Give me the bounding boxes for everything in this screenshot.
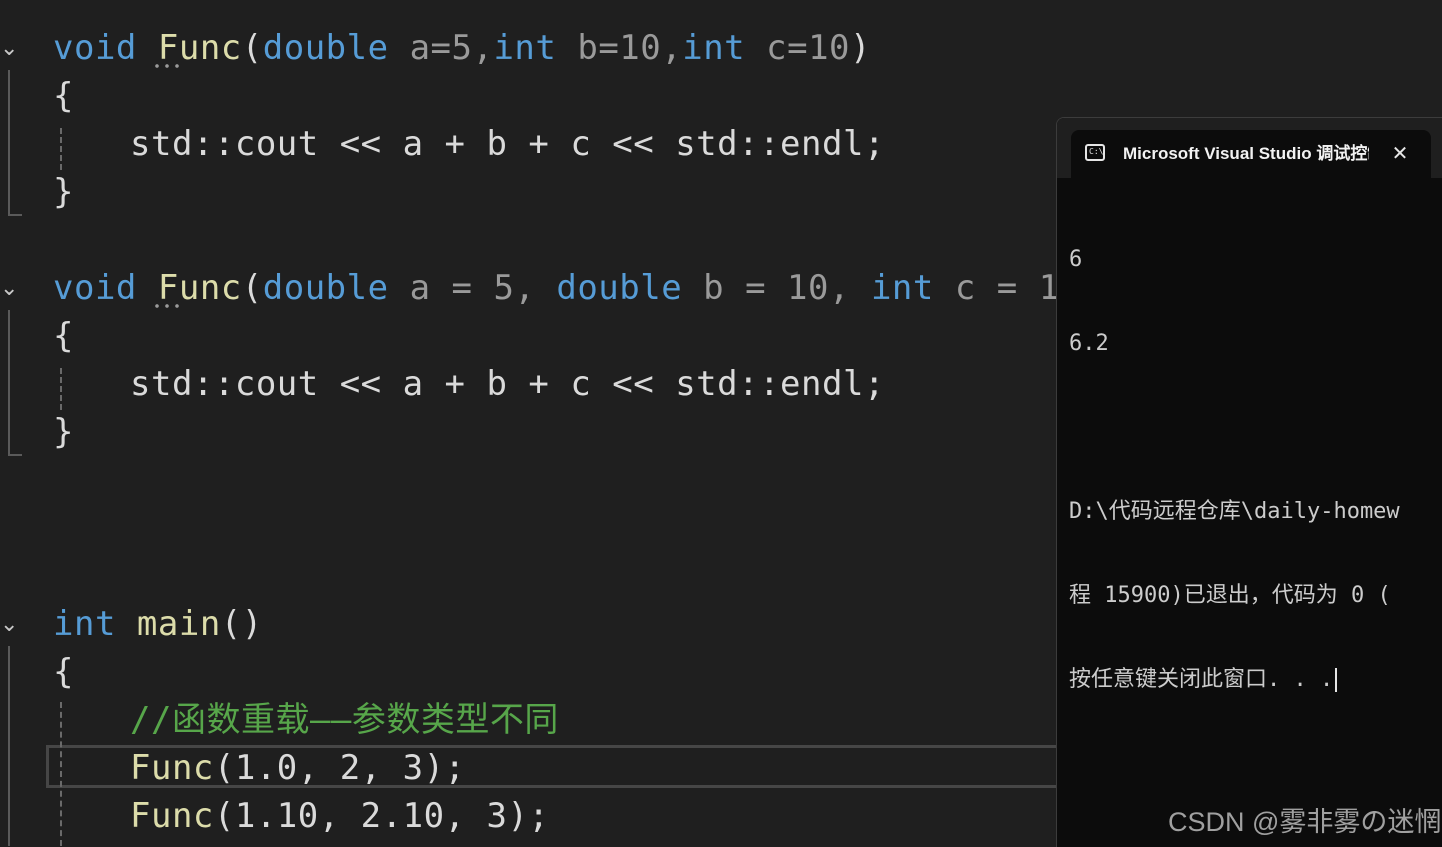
keyword: int xyxy=(682,28,746,68)
paren: ( xyxy=(241,268,263,308)
code-line-call2[interactable]: Func(1.10, 2.10, 3); xyxy=(130,792,549,840)
parameter: a = 5, xyxy=(409,268,557,308)
function-name: Func xyxy=(157,28,242,68)
paren: () xyxy=(220,604,263,644)
scope-guide xyxy=(8,70,10,216)
close-icon[interactable]: ✕ xyxy=(1387,140,1413,166)
keyword: void xyxy=(53,28,137,68)
keyword: int xyxy=(53,604,116,644)
call-args: (1.0, 2, 3); xyxy=(213,748,466,788)
console-title: Microsoft Visual Studio 调试控制台 xyxy=(1123,144,1369,163)
code-editor[interactable]: ⌄ ⌄ ⌄ void Func(double a=5,int b=10,int … xyxy=(0,0,1101,846)
code-line-cout[interactable]: std::cout << a + b + c << std::endl; xyxy=(130,120,885,168)
function-name: Func xyxy=(157,268,242,308)
parameter: a=5, xyxy=(409,28,494,68)
keyword: int xyxy=(870,268,934,308)
console-line-text: 按任意键关闭此窗口. . . xyxy=(1069,667,1334,692)
keyword: double xyxy=(262,268,389,308)
code-line-close-brace[interactable]: } xyxy=(53,408,74,456)
keyword: void xyxy=(53,268,137,308)
call-args: (1.10, 2.10, 3); xyxy=(213,796,550,836)
debug-console-window[interactable]: C:\ Microsoft Visual Studio 调试控制台 ✕ 6 6.… xyxy=(1056,117,1442,847)
console-line: D:\代码远程仓库\daily-homew xyxy=(1069,499,1400,524)
code-line-open-brace[interactable]: { xyxy=(53,72,74,120)
console-titlebar[interactable]: C:\ Microsoft Visual Studio 调试控制台 ✕ xyxy=(1057,118,1442,178)
fold-chevron-icon[interactable]: ⌄ xyxy=(0,278,22,300)
indent-guide xyxy=(60,702,62,846)
code-line-close-brace[interactable]: } xyxy=(53,168,74,216)
indent-guide xyxy=(60,128,62,170)
code-line-open-brace[interactable]: { xyxy=(53,648,74,696)
keyword: int xyxy=(493,28,557,68)
code-line-main-signature[interactable]: int main() xyxy=(53,600,263,648)
scope-guide xyxy=(8,310,10,456)
function-name: Func xyxy=(130,748,214,788)
paren: ) xyxy=(850,28,871,68)
console-app-icon: C:\ xyxy=(1085,144,1105,161)
code-line-comment[interactable]: //函数重载——参数类型不同 xyxy=(130,696,559,744)
code-line-call1[interactable]: Func(1.0, 2, 3); xyxy=(130,744,466,792)
code-line-func1-signature[interactable]: void Func(double a=5,int b=10,int c=10) xyxy=(53,24,871,72)
indent-guide xyxy=(60,368,62,410)
console-line: 按任意键关闭此窗口. . . xyxy=(1069,666,1442,694)
code-line-open-brace[interactable]: { xyxy=(53,312,74,360)
parameter: b = 10, xyxy=(703,268,871,308)
parameter: c=10 xyxy=(766,28,851,68)
function-name: Func xyxy=(130,796,214,836)
keyword: double xyxy=(262,28,389,68)
console-app-icon-glyph: C:\ xyxy=(1089,147,1104,156)
function-name: main xyxy=(136,604,221,644)
code-line-func2-signature[interactable]: void Func(double a = 5, double b = 10, i… xyxy=(53,264,1102,312)
scope-guide-end xyxy=(8,214,22,216)
code-line-cout[interactable]: std::cout << a + b + c << std::endl; xyxy=(130,360,885,408)
console-tab[interactable]: C:\ Microsoft Visual Studio 调试控制台 ✕ xyxy=(1071,130,1431,178)
console-line: 程 15900)已退出，代码为 0 ( xyxy=(1069,583,1391,608)
watermark: CSDN @雾非雾の迷惘 xyxy=(1168,807,1442,837)
text-cursor xyxy=(1335,668,1338,692)
console-line: 6.2 xyxy=(1069,331,1109,356)
keyword: double xyxy=(556,268,683,308)
console-line: 6 xyxy=(1069,247,1083,272)
console-output[interactable]: 6 6.2 D:\代码远程仓库\daily-homew 程 15900)已退出，… xyxy=(1069,190,1442,750)
scope-guide xyxy=(8,646,10,846)
fold-chevron-icon[interactable]: ⌄ xyxy=(0,38,22,60)
scope-guide-end xyxy=(8,454,22,456)
fold-chevron-icon[interactable]: ⌄ xyxy=(0,614,22,636)
paren: ( xyxy=(241,28,263,68)
parameter: b=10, xyxy=(577,28,683,68)
